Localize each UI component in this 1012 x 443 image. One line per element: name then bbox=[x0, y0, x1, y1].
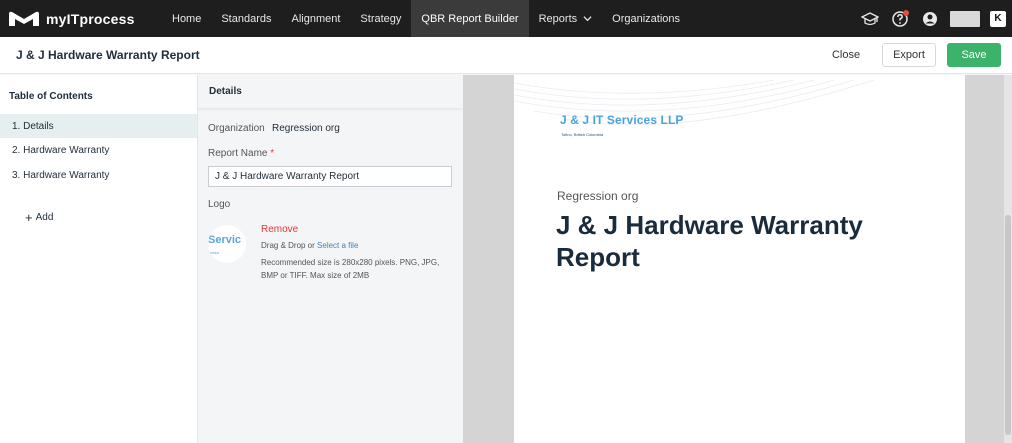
details-panel: Details Organization Regression org Repo… bbox=[198, 75, 463, 443]
preview-report-title: J & J Hardware Warranty Report bbox=[556, 210, 863, 272]
preview-company-name: J & J IT Services LLP bbox=[560, 113, 684, 127]
logo-mark-icon bbox=[9, 11, 39, 26]
report-name-label-text: Report Name bbox=[208, 148, 268, 159]
chevron-down-icon bbox=[583, 16, 592, 22]
preview-page: J & J IT Services LLP Tofino, British Co… bbox=[514, 75, 965, 443]
drop-zone-hint[interactable]: Drag & Drop or Select a file bbox=[261, 241, 358, 250]
nav-standards[interactable]: Standards bbox=[211, 0, 281, 37]
preview-organization: Regression org bbox=[557, 189, 639, 203]
toc-item-label: 3. Hardware Warranty bbox=[12, 169, 110, 181]
nav-organizations[interactable]: Organizations bbox=[602, 0, 690, 37]
user-icon[interactable] bbox=[920, 9, 940, 29]
nav-home[interactable]: Home bbox=[162, 0, 211, 37]
preview-scrollbar[interactable] bbox=[1004, 75, 1012, 443]
logo-label: Logo bbox=[208, 199, 231, 210]
required-mark: * bbox=[270, 148, 275, 159]
close-button[interactable]: Close bbox=[823, 43, 869, 67]
nav-reports[interactable]: Reports bbox=[529, 0, 603, 37]
plus-icon: + bbox=[25, 209, 33, 225]
app-name: myITprocess bbox=[46, 10, 135, 27]
page-title: J & J Hardware Warranty Report bbox=[16, 48, 200, 62]
preview-company-location: Tofino, British Columbia bbox=[561, 132, 604, 137]
add-label: Add bbox=[35, 212, 54, 223]
report-header: J & J Hardware Warranty Report Close Exp… bbox=[0, 37, 1012, 74]
nav-alignment[interactable]: Alignment bbox=[282, 0, 351, 37]
logo-thumb-sub: mbia bbox=[210, 250, 219, 255]
app-logo[interactable]: myITprocess bbox=[8, 10, 158, 28]
notification-dot bbox=[903, 9, 909, 16]
report-name-label: Report Name * bbox=[208, 148, 274, 159]
report-name-input[interactable]: J & J Hardware Warranty Report bbox=[208, 166, 452, 187]
details-header: Details bbox=[198, 75, 463, 109]
nav-standards-label: Standards bbox=[221, 12, 272, 25]
toc-item-details[interactable]: 1. Details bbox=[0, 114, 197, 138]
nav-right-tools: K bbox=[860, 0, 1006, 37]
organization-label: Organization bbox=[208, 123, 265, 134]
preview-scroll-thumb[interactable] bbox=[1005, 215, 1011, 435]
nav-home-label: Home bbox=[172, 12, 202, 25]
organization-value: Regression org bbox=[272, 123, 340, 134]
add-section-button[interactable]: + Add bbox=[25, 209, 54, 225]
logo-thumb-text: Servic bbox=[208, 234, 242, 246]
table-of-contents: Table of Contents 1. Details 2. Hardware… bbox=[0, 75, 198, 443]
graduation-cap-icon[interactable] bbox=[860, 9, 880, 29]
toc-item-label: 2. Hardware Warranty bbox=[12, 144, 110, 156]
logo-thumbnail: Servic mbia bbox=[208, 225, 246, 263]
select-file-link[interactable]: Select a file bbox=[317, 241, 358, 250]
report-preview: J & J IT Services LLP Tofino, British Co… bbox=[463, 75, 1012, 443]
nav-reports-label: Reports bbox=[538, 12, 578, 25]
toc-title: Table of Contents bbox=[9, 91, 93, 102]
save-button[interactable]: Save bbox=[947, 43, 1001, 67]
logo-recommendation: Recommended size is 280x280 pixels. PNG,… bbox=[261, 258, 440, 280]
nav-qbr-report-builder[interactable]: QBR Report Builder bbox=[411, 0, 529, 37]
details-title: Details bbox=[209, 86, 242, 97]
toc-item-label: 1. Details bbox=[12, 120, 54, 132]
help-icon[interactable] bbox=[890, 9, 910, 29]
main-nav: Home Standards Alignment Strategy QBR Re… bbox=[162, 0, 690, 37]
brand-k-label: K bbox=[994, 13, 1002, 24]
nav-organizations-label: Organizations bbox=[612, 12, 681, 25]
export-button[interactable]: Export bbox=[882, 43, 936, 67]
nav-strategy-label: Strategy bbox=[360, 12, 402, 25]
nav-qbr-label: QBR Report Builder bbox=[421, 12, 519, 25]
drop-prefix: Drag & Drop or bbox=[261, 241, 318, 250]
toc-item-hardware-warranty[interactable]: 3. Hardware Warranty bbox=[0, 163, 197, 187]
brand-k-icon[interactable]: K bbox=[990, 10, 1006, 27]
user-name-box[interactable] bbox=[950, 10, 980, 27]
nav-alignment-label: Alignment bbox=[291, 12, 341, 25]
top-nav: myITprocess Home Standards Alignment Str… bbox=[0, 0, 1012, 37]
nav-strategy[interactable]: Strategy bbox=[350, 0, 411, 37]
toc-item-hardware-warranty[interactable]: 2. Hardware Warranty bbox=[0, 138, 197, 162]
remove-logo-link[interactable]: Remove bbox=[261, 224, 298, 235]
